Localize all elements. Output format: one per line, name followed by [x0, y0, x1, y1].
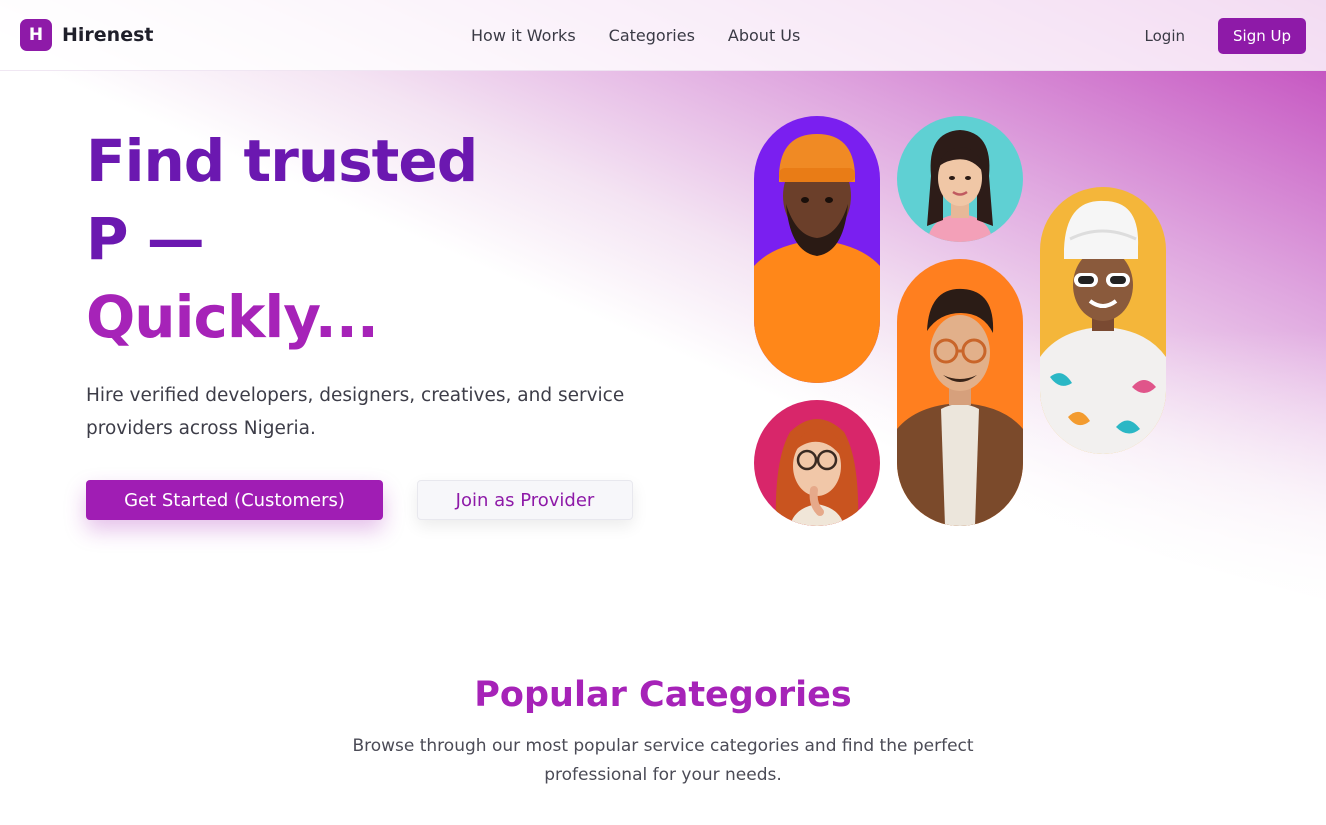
portrait-woman-smiling: [897, 116, 1023, 242]
portrait-man-glasses: [897, 259, 1023, 526]
hero-title-line-2: P —: [86, 205, 205, 273]
hero-title-line-3: Quickly...: [86, 283, 379, 351]
join-as-provider-button[interactable]: Join as Provider: [417, 480, 633, 520]
brand-logo-icon: H: [20, 19, 52, 51]
nav-link-how-it-works[interactable]: How it Works: [471, 26, 576, 45]
brand-name: Hirenest: [62, 24, 154, 46]
nav-actions: Login Sign Up: [1145, 0, 1306, 71]
hero-subtitle: Hire verified developers, designers, cre…: [86, 385, 625, 439]
landing-page: H Hirenest How it Works Categories About…: [0, 0, 1326, 825]
nav-link-about-us[interactable]: About Us: [728, 26, 800, 45]
nav-links: How it Works Categories About Us: [471, 0, 800, 71]
portrait-man-orange-beanie: [754, 116, 880, 383]
popular-categories-description: Browse through our most popular service …: [352, 736, 974, 785]
nav-link-categories[interactable]: Categories: [609, 26, 695, 45]
hero-title: Find trusted P — Quickly...: [86, 122, 478, 356]
brand-logo-link[interactable]: H Hirenest: [20, 19, 153, 51]
hero-title-line-1: Find trusted: [86, 127, 478, 195]
top-navbar: H Hirenest How it Works Categories About…: [0, 0, 1326, 71]
signup-button[interactable]: Sign Up: [1218, 17, 1306, 54]
login-link[interactable]: Login: [1145, 27, 1185, 45]
get-started-customers-button[interactable]: Get Started (Customers): [86, 480, 383, 520]
portrait-woman-sunglasses: [1040, 187, 1166, 454]
portrait-woman-redhead: [754, 400, 880, 526]
popular-categories-title: Popular Categories: [474, 675, 852, 715]
